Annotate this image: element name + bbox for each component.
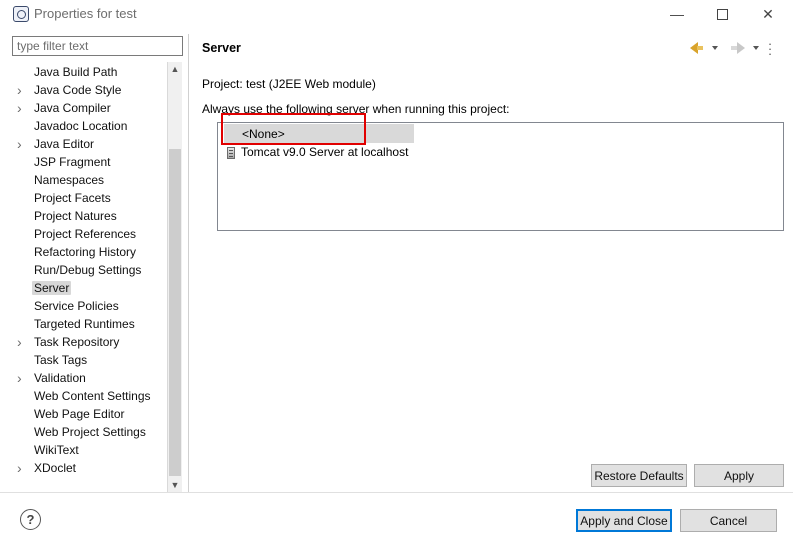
tree-item-label: Project Facets [34,191,111,205]
forward-dropdown-icon[interactable] [753,46,759,50]
tree-item-label: Web Page Editor [34,407,125,421]
tree-item[interactable]: Web Content Settings [5,387,165,405]
tree-item-label: Service Policies [34,299,119,313]
tree-item-label: Server [32,281,72,295]
tree-item-label: Targeted Runtimes [34,317,135,331]
tree-item-label: XDoclet [34,461,77,475]
window-title: Properties for test [34,6,137,21]
tree-item-label: Run/Debug Settings [34,263,142,277]
tree-item[interactable]: Service Policies [5,297,165,315]
server-option-label: Tomcat v9.0 Server at localhost [241,145,409,159]
tree-item[interactable]: Java Build Path [5,63,165,81]
tree-item[interactable]: Javadoc Location [5,117,165,135]
tree-item-label: Task Repository [34,335,120,349]
forward-arrow-icon [731,42,745,54]
project-label: Project: test (J2EE Web module) [202,77,376,91]
filter-input[interactable] [12,36,183,56]
pane-divider[interactable] [188,34,189,492]
back-button[interactable] [690,38,718,58]
tree-item[interactable]: Web Project Settings [5,423,165,441]
maximize-button[interactable] [699,1,745,27]
property-pages-pane: Java Build Path Java Code Style Java Compi… [5,34,188,492]
view-menu-button[interactable]: · · · [767,35,773,61]
restore-defaults-button[interactable]: Restore Defaults [591,464,687,487]
server-option-tomcat[interactable]: Tomcat v9.0 Server at localhost [224,144,524,163]
tree-item-label: WikiText [34,443,79,457]
tree-item[interactable]: JSP Fragment [5,153,165,171]
tree-item[interactable]: Project References [5,225,165,243]
tree-item-label: Validation [34,371,86,385]
tree-item[interactable]: Validation [5,369,165,387]
server-icon [227,147,235,159]
annotation-highlight-box [221,113,366,145]
minimize-button[interactable]: — [654,1,700,27]
tree-item-label: Refactoring History [34,245,137,259]
tree-item[interactable]: Task Tags [5,351,165,369]
tree-item-label: Web Content Settings [34,389,151,403]
tree-item-label: Project References [34,227,137,241]
expand-arrow-icon[interactable] [17,102,27,114]
tree-item-label: Project Natures [34,209,117,223]
tree-item[interactable]: Task Repository [5,333,165,351]
tree-item-label: Task Tags [34,353,88,367]
eclipse-app-icon [13,6,29,22]
apply-button[interactable]: Apply [694,464,784,487]
expand-arrow-icon[interactable] [17,138,27,150]
expand-arrow-icon[interactable] [17,372,27,384]
page-title: Server [202,41,241,55]
maximize-icon [716,8,728,20]
scroll-up-icon[interactable]: ▲ [168,62,182,76]
expand-arrow-icon[interactable] [17,462,27,474]
footer-separator [0,492,793,493]
tree-scrollbar[interactable]: ▲ ▼ [168,62,182,492]
apply-and-close-button[interactable]: Apply and Close [576,509,672,532]
tree-item-label: JSP Fragment [34,155,111,169]
help-icon[interactable]: ? [20,509,41,530]
tree-item[interactable]: WikiText [5,441,165,459]
kebab-menu-icon: · · · [767,35,773,61]
tree-item[interactable]: Java Editor [5,135,165,153]
expand-arrow-icon[interactable] [17,84,27,96]
back-arrow-icon [690,42,703,54]
tree-item[interactable]: Namespaces [5,171,165,189]
tree-item[interactable]: Server [5,279,165,297]
cancel-button[interactable]: Cancel [680,509,777,532]
forward-button[interactable] [729,38,759,58]
tree-item[interactable]: XDoclet [5,459,165,477]
tree-item-label: Java Compiler [34,101,111,115]
title-bar: Properties for test — ✕ [0,0,793,28]
tree-item[interactable]: Project Natures [5,207,165,225]
tree-item-label: Web Project Settings [34,425,146,439]
tree-item-label: Namespaces [34,173,105,187]
tree-item[interactable]: Project Facets [5,189,165,207]
expand-arrow-icon[interactable] [17,336,27,348]
tree-item[interactable]: Refactoring History [5,243,165,261]
tree-item[interactable]: Run/Debug Settings [5,261,165,279]
back-dropdown-icon[interactable] [712,46,718,50]
tree-item-label: Java Code Style [34,83,122,97]
close-button[interactable]: ✕ [745,1,791,27]
scroll-down-icon[interactable]: ▼ [168,478,182,492]
tree-item-label: Java Editor [34,137,95,151]
tree-item[interactable]: Targeted Runtimes [5,315,165,333]
scroll-thumb[interactable] [169,149,181,476]
property-pages-tree: Java Build Path Java Code Style Java Compi… [5,62,168,492]
tree-item-label: Java Build Path [34,65,118,79]
tree-item-label: Javadoc Location [34,119,128,133]
tree-item[interactable]: Java Code Style [5,81,165,99]
tree-item[interactable]: Web Page Editor [5,405,165,423]
tree-item[interactable]: Java Compiler [5,99,165,117]
